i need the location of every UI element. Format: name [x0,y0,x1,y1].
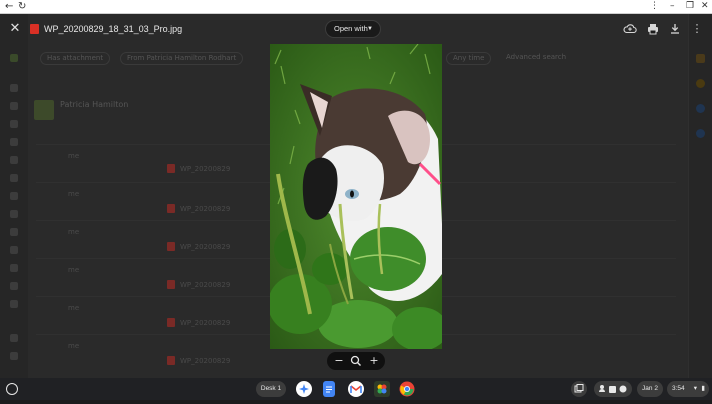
attachment-icon [167,242,175,251]
attachment-icon [167,356,175,365]
attachment-icon [167,164,175,173]
gmail-left-rail [0,14,28,378]
desk-button[interactable]: Desk 1 [256,381,286,397]
tray-indicators[interactable] [594,381,632,397]
close-viewer-button[interactable]: ✕ [8,22,22,36]
contacts-icon [696,129,705,138]
row-sender: me [68,228,80,236]
overview-icon[interactable] [571,381,587,397]
attachment-name: WP_20200829 [180,165,231,173]
advanced-search-link: Advanced search [506,53,567,61]
zoom-out-button[interactable]: − [331,353,347,369]
cat-photo [270,44,442,349]
calendar-icon [696,54,705,63]
label-icon [10,282,18,290]
back-icon[interactable]: ← [5,1,13,13]
label-icon [10,352,18,360]
restore-icon[interactable]: ❐ [686,0,694,13]
label-icon [10,264,18,272]
add-to-drive-icon[interactable] [623,22,637,36]
row-sender: me [68,152,80,160]
browser-bar: ← ↻ ⋮ – ❐ ✕ [0,0,712,14]
vertical-dots-icon[interactable]: ⋮ [650,0,659,13]
wifi-icon: ▾ [693,385,697,392]
clock-time: 3:54 [672,385,685,392]
row-sender: me [68,342,80,350]
date-indicator[interactable]: Jan 2 [637,381,663,397]
send-icon [10,156,18,164]
attachment-name: WP_20200829 [180,243,231,251]
attachment-icon [167,318,175,327]
viewer-toolbar: ✕ WP_20200829_18_31_03_Pro.jpg Open with… [0,14,712,44]
avatar [34,100,54,120]
label-icon [10,228,18,236]
compose-icon [10,54,18,62]
attachment-icon [167,204,175,213]
row-sender: me [68,190,80,198]
row-sender: me [68,266,80,274]
assistant-app-icon[interactable] [296,381,312,397]
label-icon [10,334,18,342]
filter-chip: From Patricia Hamilton Rodhart [120,52,244,65]
attachment-name: WP_20200829 [180,357,231,365]
inbox-icon [10,84,18,92]
zoom-controls: − + [327,352,385,370]
row-sender: me [68,304,80,312]
filter-chip: Any time [446,52,492,65]
tasks-icon [696,104,705,113]
file-name: WP_20200829_18_31_03_Pro.jpg [44,24,183,34]
attachment-name: WP_20200829 [180,205,231,213]
side-panel-rail [688,14,712,378]
image-preview [270,44,442,349]
star-icon [10,102,18,110]
chrome-app-icon[interactable] [399,381,415,397]
gmail-app-icon[interactable] [348,381,364,397]
status-area[interactable]: 3:54 ▾ ▮ [667,381,709,397]
keep-icon [696,79,705,88]
sender-name: Patricia Hamilton [60,100,129,109]
zoom-in-button[interactable]: + [366,353,382,369]
battery-icon: ▮ [701,385,705,392]
print-icon[interactable] [646,22,660,36]
label-icon [10,138,18,146]
label-icon [10,192,18,200]
filter-chip: Has attachment [40,52,111,65]
label-icon [10,246,18,254]
zoom-search-icon[interactable] [348,353,364,369]
attachment-name: WP_20200829 [180,319,231,327]
chromeos-shelf: Desk 1 Jan 2 3:54 ▾ ▮ [0,378,712,400]
close-icon[interactable]: ✕ [701,0,709,13]
image-file-icon [30,24,39,34]
docs-app-icon[interactable] [323,381,335,397]
open-with-button[interactable]: Open with ▼ [325,20,381,38]
caret-down-icon: ▼ [367,26,373,32]
label-icon [10,210,18,218]
reload-icon[interactable]: ↻ [18,1,26,13]
clock-icon [10,120,18,128]
photos-app-icon[interactable] [374,381,390,397]
launcher-icon[interactable] [6,383,18,395]
minimize-icon[interactable]: – [670,0,675,13]
more-options-icon[interactable]: ⋮ [690,22,704,36]
open-with-label: Open with [334,24,368,33]
download-icon[interactable] [668,22,682,36]
label-icon [10,300,18,308]
attachment-icon [167,280,175,289]
file-icon [10,174,18,182]
attachment-name: WP_20200829 [180,281,231,289]
